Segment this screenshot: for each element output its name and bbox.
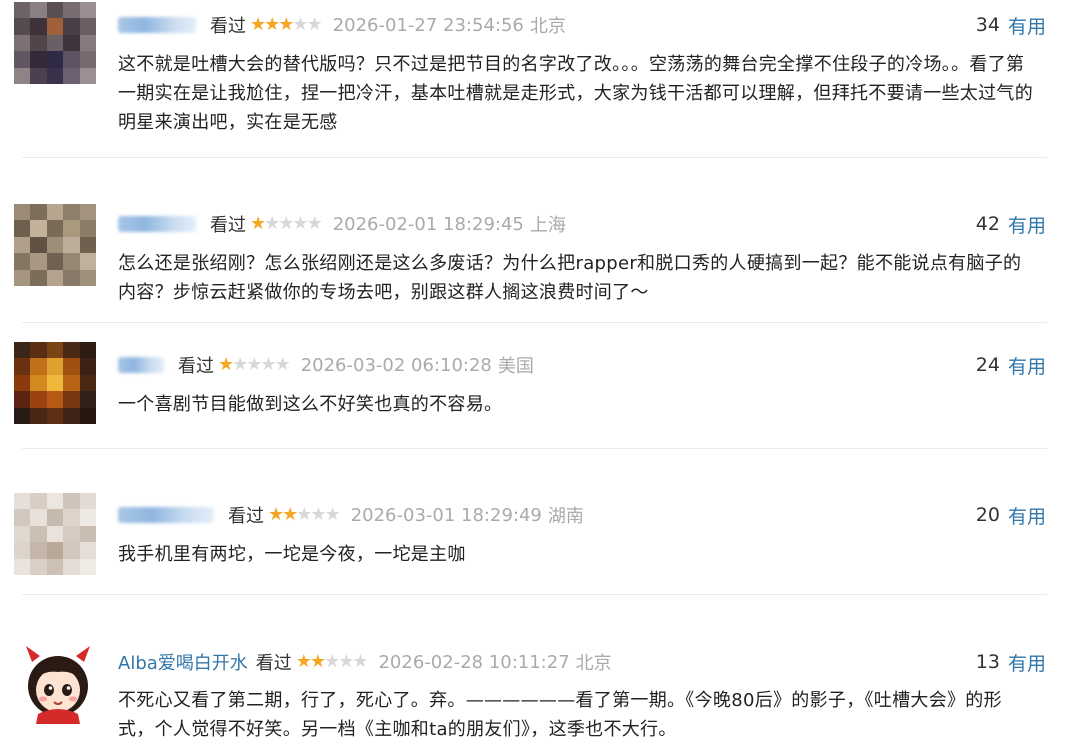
watched-label: 看过 bbox=[228, 506, 264, 527]
review-location: 北京 bbox=[529, 16, 566, 37]
review-content: 怎么还是张绍刚？怎么张绍刚还是这么多废话？为什么把rapper和脱口秀的人硬搞到… bbox=[118, 253, 1022, 303]
star-empty-icon: ★ bbox=[338, 651, 354, 672]
review-content: 一个喜剧节目能做到这么不好笑也真的不容易。 bbox=[118, 394, 503, 415]
star-filled-icon: ★ bbox=[264, 14, 280, 35]
star-empty-icon: ★ bbox=[306, 14, 323, 35]
star-empty-icon: ★ bbox=[292, 14, 308, 35]
username-blurred[interactable] bbox=[118, 17, 196, 33]
star-empty-icon: ★ bbox=[292, 213, 308, 234]
votes: 24 有用 bbox=[976, 350, 1046, 380]
review-meta: 看过 ★ ★ ★ ★ ★ 2026-02-01 18:29:45 上海 bbox=[118, 209, 566, 239]
votes: 42 有用 bbox=[976, 209, 1046, 239]
review-meta: 看过 ★ ★ ★ ★ ★ 2026-03-01 18:29:49 湖南 bbox=[118, 500, 584, 530]
rating-stars: ★ ★ ★ ★ ★ bbox=[268, 504, 341, 525]
vote-count: 24 bbox=[975, 354, 1000, 376]
review-datetime: 2026-03-02 06:10:28 bbox=[300, 354, 492, 376]
star-empty-icon: ★ bbox=[274, 354, 291, 375]
useful-button[interactable]: 有用 bbox=[1008, 502, 1046, 529]
star-filled-icon: ★ bbox=[268, 504, 284, 525]
review-content: 不死心又看了第二期，行了，死心了。弃。——————看了第一期。《今晚80后》的影… bbox=[118, 690, 1002, 740]
star-empty-icon: ★ bbox=[306, 213, 323, 234]
star-filled-icon: ★ bbox=[250, 213, 266, 234]
useful-button[interactable]: 有用 bbox=[1008, 649, 1046, 676]
watched-label: 看过 bbox=[210, 16, 246, 37]
star-empty-icon: ★ bbox=[232, 354, 248, 375]
avatar[interactable] bbox=[14, 2, 96, 84]
cartoon-girl-avatar[interactable] bbox=[18, 642, 98, 724]
watched-label: 看过 bbox=[255, 653, 292, 674]
useful-button[interactable]: 有用 bbox=[1008, 211, 1046, 238]
watched-label: 看过 bbox=[210, 215, 246, 236]
username-blurred[interactable] bbox=[118, 357, 164, 373]
rating-stars: ★ ★ ★ ★ ★ bbox=[218, 354, 291, 375]
star-empty-icon: ★ bbox=[260, 354, 276, 375]
star-empty-icon: ★ bbox=[296, 504, 312, 525]
votes: 34 有用 bbox=[976, 10, 1046, 40]
divider bbox=[22, 322, 1047, 323]
star-empty-icon: ★ bbox=[324, 651, 340, 672]
review-content: 这不就是吐槽大会的替代版吗？只不过是把节目的名字改了改。。。空荡荡的舞台完全撑不… bbox=[118, 54, 1033, 133]
review-datetime: 2026-02-01 18:29:45 bbox=[332, 213, 524, 235]
votes: 20 有用 bbox=[976, 500, 1046, 530]
star-empty-icon: ★ bbox=[264, 213, 280, 234]
review-meta: Alba爱喝白开水 看过 ★ ★ ★ ★ ★ 2026-02-28 10:11:27 北… bbox=[118, 647, 612, 677]
username-blurred[interactable] bbox=[118, 216, 196, 232]
review-location: 湖南 bbox=[547, 506, 584, 527]
useful-button[interactable]: 有用 bbox=[1008, 352, 1046, 379]
star-empty-icon: ★ bbox=[310, 504, 326, 525]
star-filled-icon: ★ bbox=[250, 14, 266, 35]
star-empty-icon: ★ bbox=[324, 504, 341, 525]
rating-stars: ★ ★ ★ ★ ★ bbox=[250, 14, 323, 35]
rating-stars: ★ ★ ★ ★ ★ bbox=[295, 651, 369, 672]
star-filled-icon: ★ bbox=[309, 651, 326, 672]
vote-count: 20 bbox=[975, 504, 1000, 526]
review-datetime: 2026-03-01 18:29:49 bbox=[350, 504, 542, 526]
star-filled-icon: ★ bbox=[278, 14, 294, 35]
review-meta: 看过 ★ ★ ★ ★ ★ 2026-03-02 06:10:28 美国 bbox=[118, 350, 534, 380]
vote-count: 34 bbox=[975, 14, 1000, 36]
divider bbox=[22, 448, 1047, 449]
review-meta: 看过 ★ ★ ★ ★ ★ 2026-01-27 23:54:56 北京 bbox=[118, 10, 566, 40]
useful-button[interactable]: 有用 bbox=[1008, 12, 1046, 39]
star-filled-icon: ★ bbox=[218, 354, 234, 375]
star-filled-icon: ★ bbox=[295, 651, 312, 672]
review-datetime: 2026-01-27 23:54:56 bbox=[332, 14, 524, 36]
divider bbox=[22, 157, 1047, 158]
star-empty-icon: ★ bbox=[352, 651, 368, 672]
watched-label: 看过 bbox=[178, 356, 214, 377]
avatar[interactable] bbox=[14, 342, 96, 424]
avatar[interactable] bbox=[14, 493, 96, 575]
avatar[interactable] bbox=[14, 204, 96, 286]
star-empty-icon: ★ bbox=[246, 354, 262, 375]
rating-stars: ★ ★ ★ ★ ★ bbox=[250, 213, 323, 234]
votes: 13 有用 bbox=[976, 647, 1046, 677]
review-location: 美国 bbox=[497, 356, 534, 377]
review-content: 我手机里有两坨，一坨是今夜，一坨是主咖 bbox=[118, 544, 466, 565]
star-filled-icon: ★ bbox=[282, 504, 298, 525]
review-datetime: 2026-02-28 10:11:27 bbox=[378, 651, 570, 673]
review-location: 北京 bbox=[575, 653, 612, 674]
review-location: 上海 bbox=[529, 215, 566, 236]
vote-count: 42 bbox=[975, 213, 1000, 235]
star-empty-icon: ★ bbox=[278, 213, 294, 234]
divider bbox=[22, 594, 1047, 595]
username[interactable]: Alba爱喝白开水 bbox=[118, 649, 248, 675]
username-blurred[interactable] bbox=[118, 507, 214, 523]
vote-count: 13 bbox=[975, 651, 1000, 673]
